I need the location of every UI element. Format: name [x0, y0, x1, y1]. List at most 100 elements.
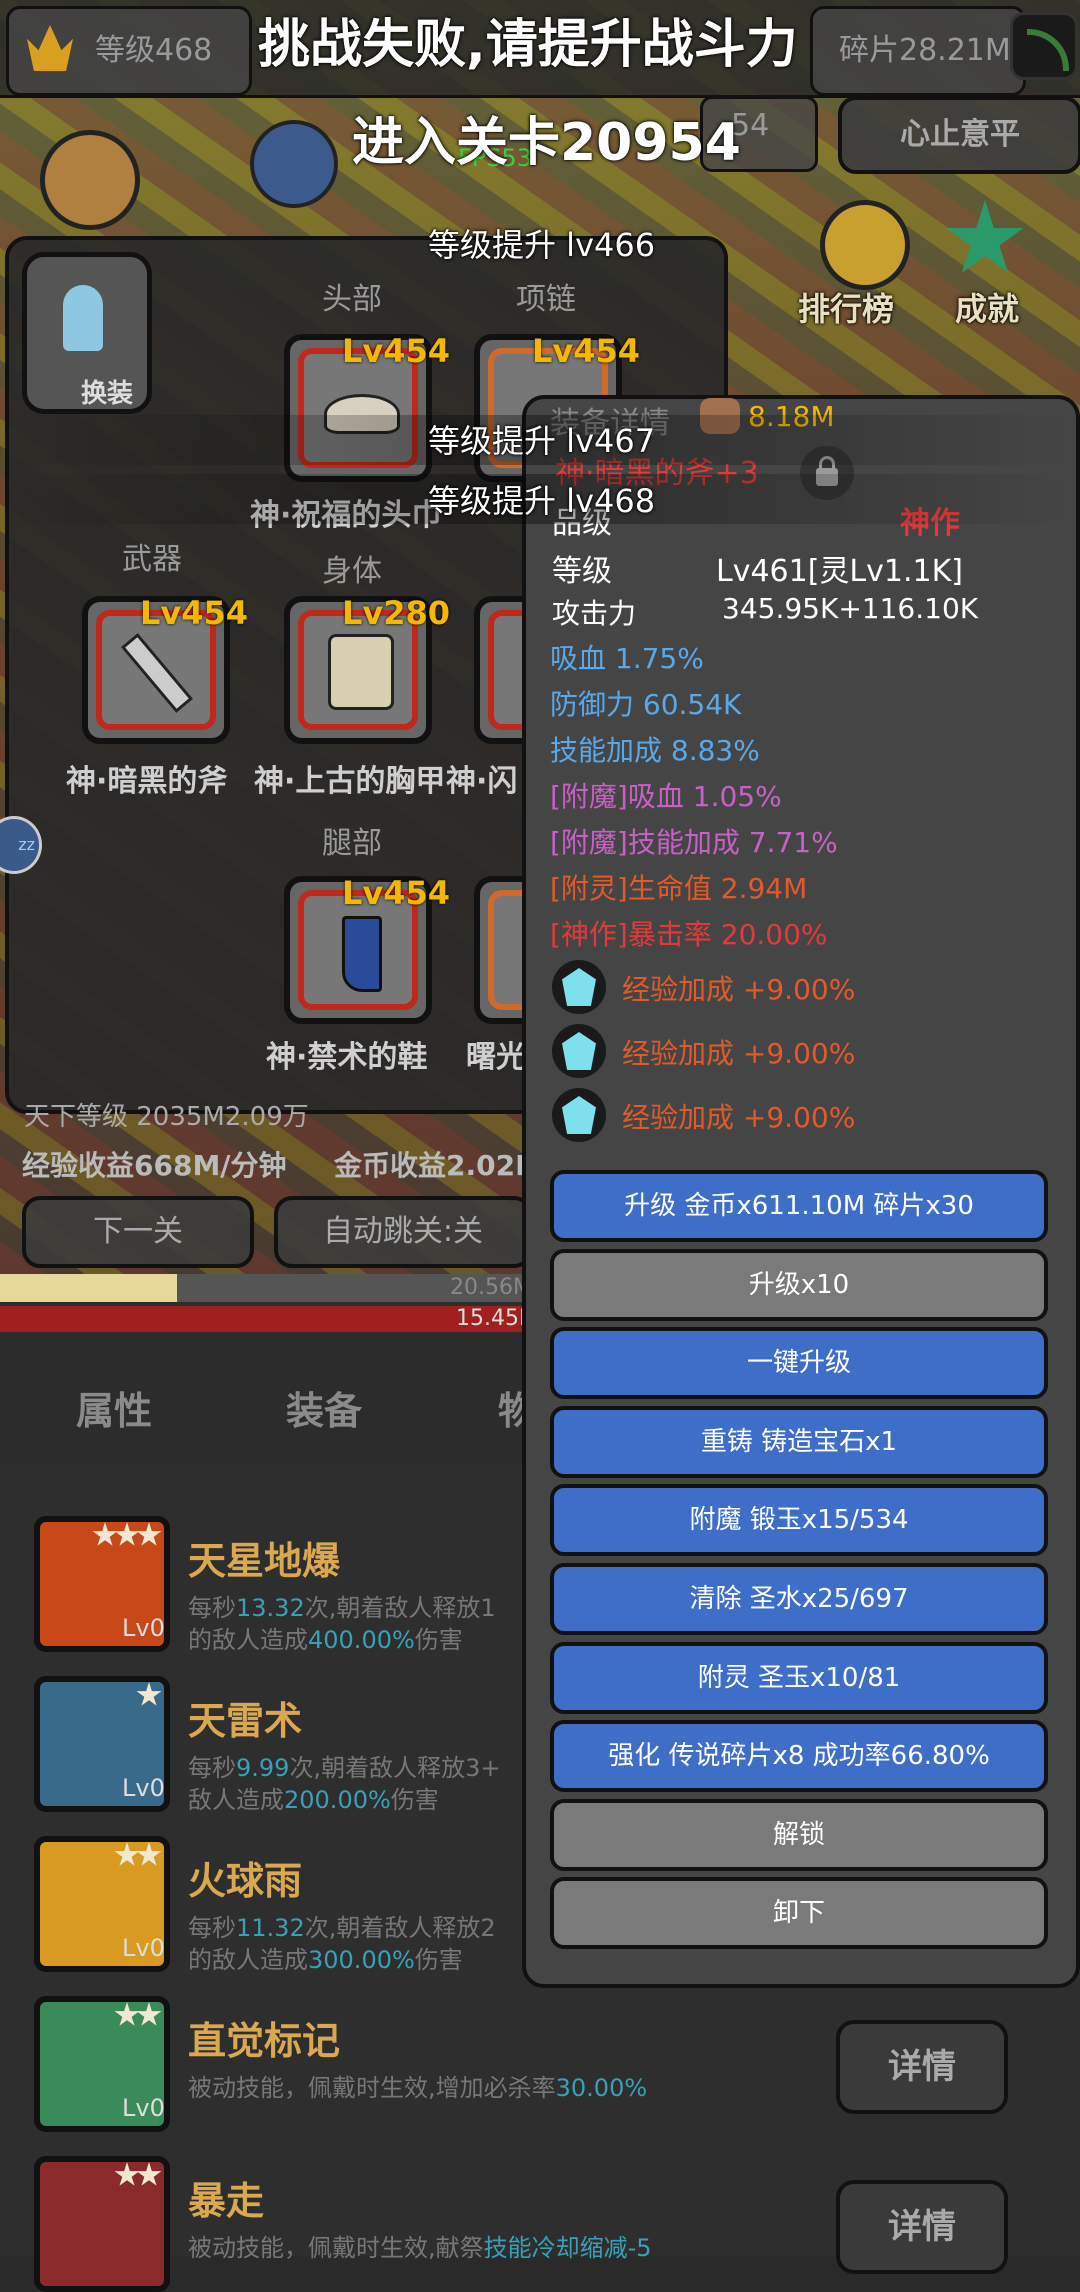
hp-bar: 15.45M — [0, 1306, 540, 1332]
legs-slot-level: Lv454 — [342, 874, 451, 912]
gem-icon — [552, 1024, 606, 1078]
attribute-line: 技能加成 8.83% — [550, 734, 760, 767]
action-button-5[interactable]: 附魔 锻玉x15/534 — [550, 1484, 1048, 1557]
legs-slot[interactable]: Lv454 — [284, 874, 450, 1024]
world-level-text: 天下等级 2035M2.09万 — [24, 1102, 309, 1132]
action-button-2[interactable]: 升级x10 — [550, 1248, 1048, 1321]
attribute-line: 防御力 60.54K — [550, 688, 742, 721]
weapon-slot[interactable]: Lv454 — [82, 594, 248, 744]
swap-outfit-button[interactable]: 换装 — [22, 252, 152, 414]
skill-name: 火球雨 — [188, 1859, 303, 1903]
skill-desc-text: 伤害 — [390, 1786, 439, 1814]
crown-icon — [27, 25, 73, 71]
level-label: 等级 — [552, 554, 612, 589]
levelup-message-2: 等级提升 lv467 — [428, 422, 656, 460]
tab-equipment[interactable]: 装备 — [286, 1380, 362, 1435]
slot-label-necklace: 项链 — [516, 282, 576, 317]
shield-icon[interactable] — [40, 130, 140, 230]
ranking-label[interactable]: 排行榜 — [798, 284, 894, 330]
skill-desc-value: 13.32 — [236, 1594, 305, 1622]
skill-desc-text: 每秒 — [188, 1594, 236, 1622]
skill-name: 天星地爆 — [188, 1539, 341, 1583]
attack-label: 攻击力 — [552, 597, 637, 630]
sword-icon — [120, 632, 194, 714]
tab-attributes[interactable]: 属性 — [76, 1380, 152, 1435]
body-item-name: 神·上古的胸甲 — [254, 764, 446, 799]
skill-desc-value: 400.00% — [308, 1626, 415, 1654]
skill-desc-value: 200.00% — [284, 1786, 391, 1814]
exp-bar-fill — [0, 1274, 177, 1302]
player-level-box: 等级468 — [6, 6, 252, 96]
skill-desc-line-1: 每秒13.32次,朝着敌人释放1 — [188, 1588, 496, 1623]
attack-value: 345.95K+116.10K — [722, 592, 979, 625]
gem-bonus: 经验加成 +9.00% — [622, 973, 856, 1006]
exp-bar: 20.56M — [0, 1274, 540, 1302]
skill-name: 暴走 — [188, 2179, 265, 2223]
action-button-10[interactable]: 卸下 — [550, 1877, 1048, 1950]
challenge-failed-message: 挑战失败,请提升战斗力 — [258, 15, 798, 75]
slot-label-weapon: 武器 — [122, 542, 182, 577]
skill-detail-button-5[interactable]: 详情 — [836, 2180, 1008, 2274]
skill-desc-line-2: 的敌人造成300.00%伤害 — [188, 1940, 463, 1975]
attribute-line: [附魔]技能加成 7.71% — [550, 826, 838, 859]
weapon-item-name: 神·暗黑的斧 — [66, 764, 228, 799]
ring-item-name: 曙光 — [466, 1040, 526, 1075]
skill-desc-text: 每秒 — [188, 1754, 236, 1782]
swap-outfit-label: 换装 — [81, 379, 134, 409]
exp-income-text: 经验收益668M/分钟 — [22, 1149, 287, 1182]
calm-mind-button[interactable]: 心止意平 — [838, 96, 1080, 174]
auto-skip-button[interactable]: 自动跳关:关 — [274, 1196, 532, 1268]
skill-desc-text: 次,朝着敌人释放3+ — [289, 1754, 501, 1782]
body-slot[interactable]: Lv280 — [284, 594, 450, 744]
skill-desc-text: 的敌人造成 — [188, 1946, 308, 1974]
skill-desc-text: 敌人造成 — [188, 1786, 284, 1814]
slot-label-head: 头部 — [322, 282, 382, 317]
body-slot-level: Lv280 — [342, 594, 451, 632]
character-icon — [63, 285, 103, 351]
skill-desc-value: 技能冷却缩减-5 — [483, 2234, 652, 2262]
skill-desc-line-2: 的敌人造成400.00%伤害 — [188, 1620, 463, 1655]
armor-icon — [328, 634, 394, 710]
skill-desc-value: 30.00% — [555, 2074, 648, 2102]
level-value: Lv461[灵Lv1.1K] — [716, 554, 963, 589]
gem-bonus: 经验加成 +9.00% — [622, 1101, 856, 1134]
skill-desc-line-1: 被动技能，佩戴时生效,增加必杀率30.00% — [188, 2068, 647, 2103]
skill-desc-line-1: 每秒11.32次,朝着敌人释放2 — [188, 1908, 496, 1943]
skill-desc-text: 被动技能，佩戴时生效,献祭 — [188, 2234, 484, 2262]
action-button-4[interactable]: 重铸 铸造宝石x1 — [550, 1405, 1048, 1478]
player-level: 等级468 — [95, 33, 213, 68]
skill-level: Lv0 — [122, 1774, 165, 1802]
action-button-6[interactable]: 清除 圣水x25/697 — [550, 1563, 1048, 1635]
slot-label-body: 身体 — [322, 554, 382, 589]
gem-icon — [552, 1088, 606, 1142]
skill-desc-text: 次,朝着敌人释放1 — [304, 1594, 496, 1622]
skill-desc-value: 300.00% — [308, 1946, 415, 1974]
action-button-8[interactable]: 强化 传说碎片x8 成功率66.80% — [550, 1720, 1048, 1793]
slot-label-legs: 腿部 — [322, 826, 382, 861]
accessory-item-name: 神·闪 — [446, 764, 518, 799]
skill-level: Lv0 — [122, 2094, 165, 2122]
fragments-box: 碎片28.21M — [810, 6, 1026, 96]
skill-desc-value: 11.32 — [236, 1914, 305, 1942]
next-stage-button[interactable]: 下一关 — [22, 1196, 254, 1268]
orb-icon — [250, 120, 338, 208]
action-button-7[interactable]: 附灵 圣玉x10/81 — [550, 1641, 1048, 1714]
attribute-line: [神作]暴击率 20.00% — [550, 918, 828, 951]
skill-desc-text: 伤害 — [414, 1946, 463, 1974]
skill-desc-text: 每秒 — [188, 1914, 236, 1942]
ranking-icon[interactable] — [820, 200, 910, 290]
achievement-label[interactable]: 成就 — [955, 284, 1019, 330]
wifi-signal-icon[interactable] — [1010, 12, 1078, 80]
necklace-slot-level: Lv454 — [532, 332, 641, 370]
action-button-3[interactable]: 一键升级 — [550, 1327, 1048, 1400]
enter-stage-message: 进入关卡20954 — [352, 113, 741, 173]
action-button-1[interactable]: 升级 金币x611.10M 碎片x30 — [550, 1170, 1048, 1242]
skill-desc-text: 伤害 — [414, 1626, 463, 1654]
action-button-9[interactable]: 解锁 — [550, 1798, 1048, 1871]
skill-detail-button-4[interactable]: 详情 — [836, 2020, 1008, 2114]
skill-desc-value: 9.99 — [236, 1754, 290, 1782]
head-slot-level: Lv454 — [342, 332, 451, 370]
attribute-line: [附魔]吸血 1.05% — [550, 780, 782, 813]
attribute-line: [附灵]生命值 2.94M — [550, 872, 808, 905]
exp-bar-value: 20.56M — [450, 1275, 532, 1300]
